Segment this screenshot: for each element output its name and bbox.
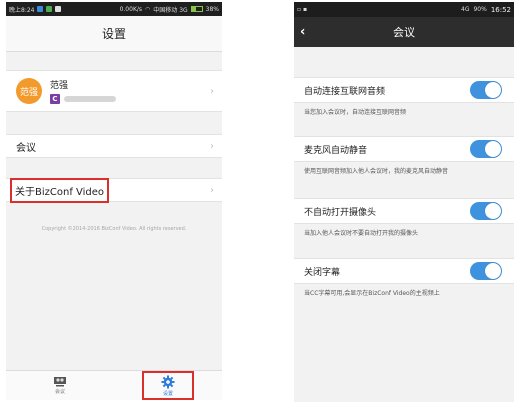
app-notification-icon xyxy=(55,6,62,12)
carrier-label: 中国移动 3G xyxy=(153,6,188,14)
wifi-icon: ◠ xyxy=(145,5,151,13)
settings-item-meeting[interactable]: 会议 › xyxy=(6,134,222,158)
title-bar: ‹ 会议 xyxy=(294,17,514,47)
tab-bar: 会议 设置 xyxy=(6,370,222,400)
toggle-switch[interactable] xyxy=(470,262,502,280)
page-title: 会议 xyxy=(393,26,415,39)
battery-level: 90% xyxy=(473,6,487,13)
setting-description: 当加入他人会议时不要自动打开我的摄像头 xyxy=(304,230,419,237)
back-icon[interactable]: ‹ xyxy=(300,25,305,40)
page-title: 设置 xyxy=(6,16,222,52)
chevron-right-icon: › xyxy=(210,140,214,152)
setting-mic-mute: 麦克风自动静音 使用互联网音频加入他人会议时，我的麦克风自动静音 xyxy=(294,136,514,176)
account-badge: C xyxy=(50,94,60,104)
copyright-text: Copyright ©2014-2016 BizConf Video. All … xyxy=(41,226,187,232)
avatar: 范强 xyxy=(16,78,42,104)
profile-row[interactable]: 范强 范强 C › xyxy=(6,70,222,112)
tab-meeting[interactable]: 会议 xyxy=(6,371,114,400)
status-time: 晚上8:24 xyxy=(9,6,35,14)
toggle-switch[interactable] xyxy=(470,202,502,220)
app-notification-icon xyxy=(37,6,44,12)
meeting-icon xyxy=(54,377,66,387)
status-bar: ▫ ▪ 4G 90% 16:52 xyxy=(294,2,514,17)
app-notification-icon xyxy=(46,6,53,12)
status-time: 16:52 xyxy=(490,5,511,14)
settings-item-label: 关于BizConf Video xyxy=(10,177,110,203)
toggle-switch[interactable] xyxy=(470,140,502,158)
setting-description: 使用互联网音频加入他人会议时，我的麦克风自动静音 xyxy=(304,168,449,175)
profile-name: 范强 xyxy=(50,81,69,91)
settings-item-label: 会议 xyxy=(16,142,36,154)
setting-captions-off: 关闭字幕 当CC字幕可用,会显示在BizConf Video的主视频上 xyxy=(294,258,514,298)
setting-label: 关闭字幕 xyxy=(304,267,341,278)
setting-description: 当CC字幕可用,会显示在BizConf Video的主视频上 xyxy=(304,290,440,297)
tab-settings[interactable]: 设置 xyxy=(114,371,222,400)
battery-icon xyxy=(190,6,203,12)
gear-icon xyxy=(161,375,175,388)
meeting-settings-screen: ▫ ▪ 4G 90% 16:52 ‹ 会议 自动连接互联网音频 当您加入会议时，… xyxy=(294,2,514,402)
redacted-account-id xyxy=(64,96,116,102)
setting-description: 当您加入会议时，自动连接互联网音频 xyxy=(304,109,407,116)
network-speed: 0.00K/s xyxy=(119,5,143,13)
setting-camera-off: 不自动打开摄像头 当加入他人会议时不要自动打开我的摄像头 xyxy=(294,198,514,238)
setting-label: 自动连接互联网音频 xyxy=(304,86,386,97)
chevron-right-icon: › xyxy=(210,85,214,97)
status-bar: 晚上8:24 0.00K/s ◠ 中国移动 3G 38% xyxy=(6,2,222,16)
tab-label: 设置 xyxy=(162,390,173,397)
setting-auto-audio: 自动连接互联网音频 当您加入会议时，自动连接互联网音频 xyxy=(294,77,514,117)
settings-item-about[interactable]: 关于BizConf Video › xyxy=(6,177,222,203)
chevron-right-icon: › xyxy=(210,184,214,196)
setting-label: 不自动打开摄像头 xyxy=(304,207,377,218)
settings-screen: 晚上8:24 0.00K/s ◠ 中国移动 3G 38% 设置 范强 范强 C … xyxy=(6,2,222,400)
toggle-switch[interactable] xyxy=(470,81,502,99)
signal-label: 4G xyxy=(461,6,470,13)
setting-label: 麦克风自动静音 xyxy=(304,145,368,156)
notification-icons: ▫ ▪ xyxy=(297,6,308,13)
battery-level: 38% xyxy=(205,5,219,13)
tab-label: 会议 xyxy=(54,389,65,395)
